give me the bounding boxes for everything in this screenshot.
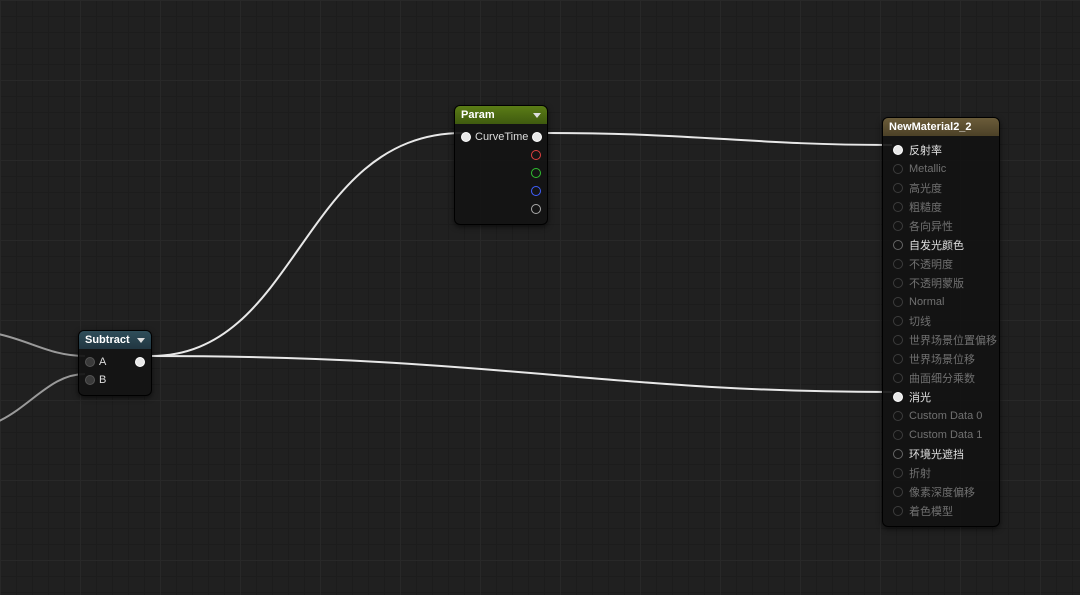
input-pin-tess[interactable] <box>893 373 903 383</box>
pin-label-base_color: 反射率 <box>909 142 942 158</box>
pin-row-refraction: 折射 <box>887 463 995 482</box>
pin-row-b <box>461 182 541 200</box>
input-pin-opacity[interactable] <box>893 259 903 269</box>
pin-label-subsurface: 消光 <box>909 389 931 405</box>
pin-row-opacity: 不透明度 <box>887 254 995 273</box>
input-pin-tangent[interactable] <box>893 316 903 326</box>
input-pin-anisotropy[interactable] <box>893 221 903 231</box>
pin-label-emissive: 自发光颜色 <box>909 237 964 253</box>
input-pin-wpo[interactable] <box>893 335 903 345</box>
pin-row-subtract-a: A <box>85 353 145 371</box>
pin-row-normal: Normal <box>887 292 995 311</box>
pin-label-custom1: Custom Data 1 <box>909 429 982 441</box>
input-pin-shading_model[interactable] <box>893 506 903 516</box>
pin-row-roughness: 粗糙度 <box>887 197 995 216</box>
pin-row-emissive: 自发光颜色 <box>887 235 995 254</box>
input-pin-a[interactable] <box>85 357 95 367</box>
input-pin-b[interactable] <box>85 375 95 385</box>
input-pin-refraction[interactable] <box>893 468 903 478</box>
pin-label-b: B <box>99 374 106 386</box>
output-pin-r[interactable] <box>531 150 541 160</box>
pin-label-tess: 曲面细分乘数 <box>909 370 975 386</box>
pin-label-pdo: 像素深度偏移 <box>909 484 975 500</box>
pin-row-base_color: 反射率 <box>887 140 995 159</box>
node-subtract-title: Subtract <box>85 334 130 346</box>
pin-row-shading_model: 着色模型 <box>887 501 995 520</box>
input-pin-emissive[interactable] <box>893 240 903 250</box>
pin-row-custom1: Custom Data 1 <box>887 425 995 444</box>
pin-row-wpo: 世界场景位置偏移 <box>887 330 995 349</box>
pin-row-subtract-b: B <box>85 371 145 389</box>
input-pin-metallic[interactable] <box>893 164 903 174</box>
pin-row-pdo: 像素深度偏移 <box>887 482 995 501</box>
pin-label-metallic: Metallic <box>909 163 946 175</box>
input-pin-wdo[interactable] <box>893 354 903 364</box>
input-pin-roughness[interactable] <box>893 202 903 212</box>
input-pin-custom1[interactable] <box>893 430 903 440</box>
pin-row-anisotropy: 各向异性 <box>887 216 995 235</box>
node-param-header[interactable]: Param <box>455 106 547 124</box>
input-pin-base_color[interactable] <box>893 145 903 155</box>
node-result-header[interactable]: NewMaterial2_2 <box>883 118 999 136</box>
pin-label-opacity_mask: 不透明蒙版 <box>909 275 964 291</box>
output-pin-g[interactable] <box>531 168 541 178</box>
pin-row-a <box>461 200 541 218</box>
pin-label-wpo: 世界场景位置偏移 <box>909 332 997 348</box>
node-result-title: NewMaterial2_2 <box>889 121 972 133</box>
pin-row-r <box>461 146 541 164</box>
input-pin-custom0[interactable] <box>893 411 903 421</box>
input-pin-ao[interactable] <box>893 449 903 459</box>
pin-row-wdo: 世界场景位移 <box>887 349 995 368</box>
pin-row-subsurface: 消光 <box>887 387 995 406</box>
pin-label-wdo: 世界场景位移 <box>909 351 975 367</box>
input-pin-normal[interactable] <box>893 297 903 307</box>
node-param-title: Param <box>461 109 495 121</box>
pin-label-refraction: 折射 <box>909 465 931 481</box>
pin-row-g <box>461 164 541 182</box>
input-pin-curvetime[interactable] <box>461 132 471 142</box>
pin-label-curvetime: CurveTime <box>475 131 528 143</box>
node-subtract-header[interactable]: Subtract <box>79 331 151 349</box>
input-pin-pdo[interactable] <box>893 487 903 497</box>
output-pin-white[interactable] <box>532 132 542 142</box>
pin-label-a: A <box>99 356 106 368</box>
pin-row-tess: 曲面细分乘数 <box>887 368 995 387</box>
output-pin-subtract[interactable] <box>135 357 145 367</box>
pin-row-opacity_mask: 不透明蒙版 <box>887 273 995 292</box>
node-subtract[interactable]: Subtract A B <box>78 330 152 396</box>
pin-label-shading_model: 着色模型 <box>909 503 953 519</box>
output-pin-a[interactable] <box>531 204 541 214</box>
pin-row-metallic: Metallic <box>887 159 995 178</box>
pin-label-roughness: 粗糙度 <box>909 199 942 215</box>
pin-row-specular: 高光度 <box>887 178 995 197</box>
pin-label-tangent: 切线 <box>909 313 931 329</box>
pin-label-opacity: 不透明度 <box>909 256 953 272</box>
pin-label-ao: 环境光遮挡 <box>909 446 964 462</box>
input-pin-specular[interactable] <box>893 183 903 193</box>
node-param[interactable]: Param CurveTime <box>454 105 548 225</box>
pin-label-anisotropy: 各向异性 <box>909 218 953 234</box>
node-material-result[interactable]: NewMaterial2_2 反射率 Metallic 高光度粗糙度各向异性自发光颜… <box>882 117 1000 527</box>
pin-row-curvetime: CurveTime <box>461 128 541 146</box>
pin-row-ao: 环境光遮挡 <box>887 444 995 463</box>
pin-row-tangent: 切线 <box>887 311 995 330</box>
chevron-down-icon[interactable] <box>533 113 541 118</box>
input-pin-opacity_mask[interactable] <box>893 278 903 288</box>
pin-label-custom0: Custom Data 0 <box>909 410 982 422</box>
chevron-down-icon[interactable] <box>137 338 145 343</box>
pin-row-custom0: Custom Data 0 <box>887 406 995 425</box>
pin-label-normal: Normal <box>909 296 944 308</box>
input-pin-subsurface[interactable] <box>893 392 903 402</box>
pin-label-specular: 高光度 <box>909 180 942 196</box>
output-pin-b[interactable] <box>531 186 541 196</box>
